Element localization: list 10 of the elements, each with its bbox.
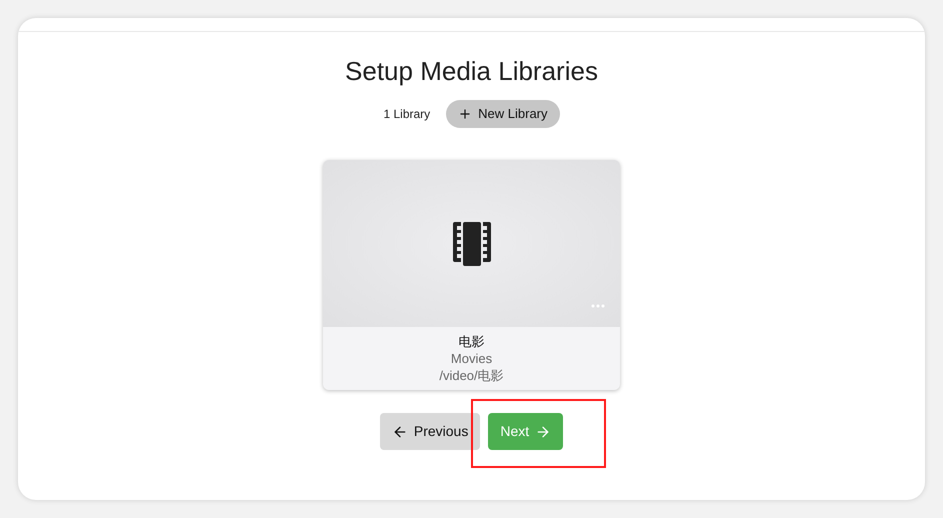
library-name: 电影 [458, 333, 484, 350]
library-path: /video/电影 [439, 367, 504, 384]
library-count: 1 Library [383, 106, 430, 123]
plus-icon [458, 107, 472, 121]
library-type: Movies [450, 350, 492, 367]
page-title: Setup Media Libraries [345, 55, 598, 88]
library-card[interactable]: 电影 Movies /video/电影 [323, 160, 620, 390]
new-library-button[interactable]: New Library [446, 100, 560, 128]
previous-button[interactable]: Previous [380, 413, 480, 450]
film-icon [452, 222, 490, 266]
